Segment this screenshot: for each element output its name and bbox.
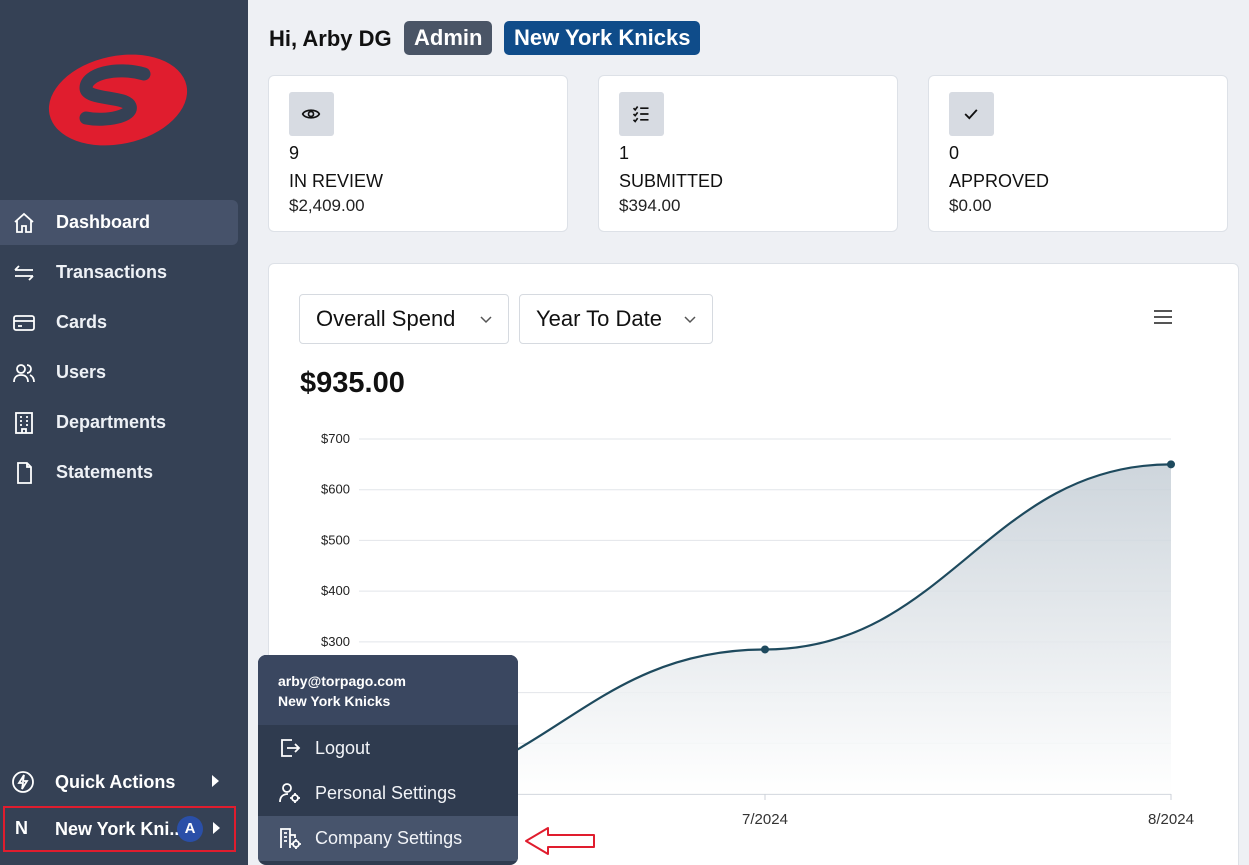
home-icon: [14, 212, 34, 233]
y-tick-label: $300: [321, 634, 350, 649]
stat-icon-box: [619, 92, 664, 136]
sidebar-item-cards[interactable]: Cards: [0, 300, 238, 345]
annotation-arrow-icon: [525, 827, 595, 855]
company-name: New York Kni...: [55, 819, 185, 839]
sidebar-item-label: Users: [56, 362, 107, 382]
stat-label: SUBMITTED: [619, 171, 724, 191]
y-tick-label: $500: [321, 532, 350, 547]
brand-logo-icon[interactable]: [46, 52, 190, 148]
greeting-text: Hi, Arby DG: [269, 26, 392, 51]
data-point[interactable]: [1167, 460, 1175, 469]
stat-amount: $394.00: [619, 196, 681, 215]
stat-card-submitted[interactable]: 1 SUBMITTED $394.00: [598, 75, 898, 232]
menu-item-label: Company Settings: [315, 828, 463, 848]
stat-count: 9: [289, 143, 300, 163]
transfer-icon: [14, 265, 34, 281]
sidebar-item-users[interactable]: Users: [0, 350, 238, 395]
personal-settings-menu-item[interactable]: Personal Settings: [258, 771, 518, 816]
stat-amount: $0.00: [949, 196, 992, 215]
account-info: arby@torpago.com New York Knicks: [258, 655, 518, 725]
x-tick-label: 8/2024: [1148, 811, 1194, 828]
sidebar: Dashboard Transactions Cards Users Depar…: [0, 0, 248, 865]
sidebar-item-transactions[interactable]: Transactions: [0, 250, 238, 295]
stat-count: 0: [949, 143, 960, 163]
y-tick-label: $400: [321, 583, 350, 598]
menu-item-label: Logout: [315, 738, 371, 758]
logout-menu-item[interactable]: Logout: [258, 726, 518, 771]
account-org: New York Knicks: [278, 693, 391, 709]
lightning-icon: [12, 771, 34, 793]
sidebar-item-label: Departments: [56, 412, 167, 432]
quick-actions-button[interactable]: Quick Actions: [0, 760, 238, 804]
sidebar-item-dashboard[interactable]: Dashboard: [0, 200, 238, 245]
stat-count: 1: [619, 143, 630, 163]
eye-icon: [301, 109, 321, 119]
document-icon: [17, 462, 32, 484]
stat-label: IN REVIEW: [289, 171, 384, 191]
company-settings-menu-item[interactable]: Company Settings: [258, 816, 518, 861]
check-icon: [964, 109, 978, 120]
sidebar-item-label: Statements: [56, 462, 154, 482]
caret-right-icon: [212, 775, 219, 787]
sidebar-item-label: Cards: [56, 312, 108, 332]
sidebar-item-departments[interactable]: Departments: [0, 400, 238, 445]
stat-icon-box: [949, 92, 994, 136]
company-initial: N: [15, 818, 28, 838]
stat-label: APPROVED: [949, 171, 1050, 191]
sidebar-item-label: Transactions: [56, 262, 168, 282]
sidebar-item-label: Dashboard: [56, 212, 151, 232]
credit-card-icon: [13, 315, 35, 331]
quick-actions-label: Quick Actions: [55, 771, 176, 792]
account-popup-menu: arby@torpago.com New York Knicks Logout …: [258, 655, 518, 865]
checklist-icon: [632, 106, 649, 123]
stat-icon-box: [289, 92, 334, 136]
user-settings-icon: [279, 783, 300, 803]
role-badge: A: [177, 816, 203, 842]
building-icon: [15, 412, 33, 434]
company-switcher[interactable]: N New York Kni... A: [3, 806, 236, 852]
role-pill: Admin: [404, 21, 493, 55]
team-pill: New York Knicks: [504, 21, 701, 55]
data-point[interactable]: [761, 645, 769, 654]
y-tick-label: $600: [321, 482, 350, 497]
caret-right-icon: [213, 822, 220, 834]
stat-card-approved[interactable]: 0 APPROVED $0.00: [928, 75, 1228, 232]
menu-item-label: Personal Settings: [315, 783, 457, 803]
stat-card-in-review[interactable]: 9 IN REVIEW $2,409.00: [268, 75, 568, 232]
building-settings-icon: [280, 828, 301, 849]
logout-icon: [281, 739, 301, 757]
users-icon: [13, 364, 35, 383]
stat-amount: $2,409.00: [289, 196, 365, 215]
sidebar-item-statements[interactable]: Statements: [0, 450, 238, 495]
account-email: arby@torpago.com: [278, 673, 407, 689]
sidebar-nav: Dashboard Transactions Cards Users Depar…: [0, 200, 248, 500]
y-tick-label: $700: [321, 431, 350, 446]
x-tick-label: 7/2024: [742, 811, 788, 828]
